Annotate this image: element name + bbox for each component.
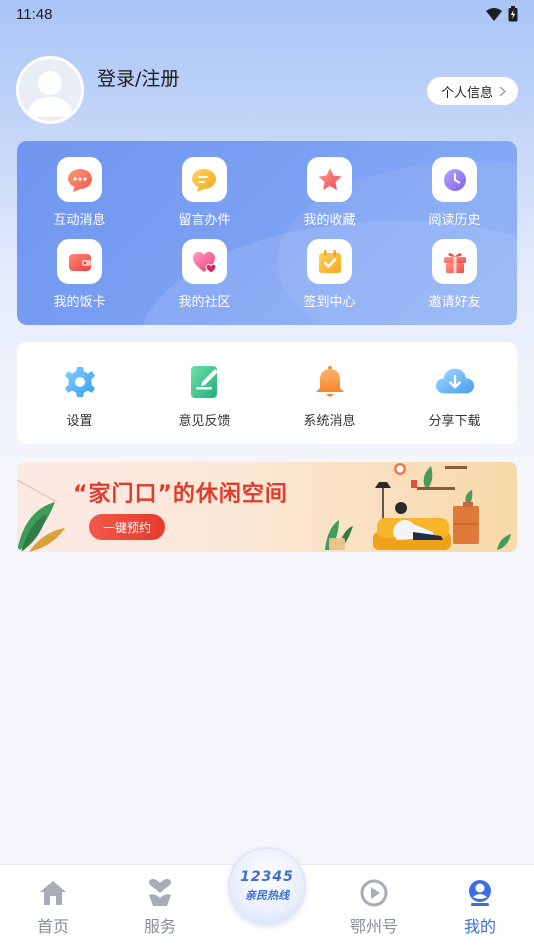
user-silhouette-icon [27,71,73,117]
quick-item-label: 我的收藏 [303,213,356,228]
quick-item-label: 阅读历史 [428,213,481,228]
heart-icon [192,251,217,274]
quick-item-check-in[interactable]: 签到中心 [267,239,392,321]
tab-label: 服务 [143,917,176,936]
settings-item-label: 系统消息 [303,414,356,429]
personal-info-label: 个人信息 [440,85,493,101]
living-room-illustration [325,463,511,550]
chevron-right-icon [499,85,506,97]
chat-bubble-icon [67,168,92,192]
tab-home[interactable]: 首页 [13,879,93,937]
quick-menu-card: 互动消息 留言办件 我的收藏 阅读历史 我的饭卡 我的社区 签到中心 邀请好友 [17,141,517,325]
cloud-download-icon [435,368,474,394]
battery-icon [508,6,518,22]
channel-icon [360,879,388,907]
quick-item-label: 邀请好友 [428,295,481,310]
gear-icon [64,367,95,397]
profile-icon [469,880,491,906]
calendar-check-icon [318,249,341,273]
quick-item-interactive-messages[interactable]: 互动消息 [17,157,142,239]
status-bar: 11:48 [0,0,534,28]
quick-item-label: 留言办件 [178,213,231,228]
quick-item-label: 互动消息 [53,213,106,228]
settings-item-label: 设置 [66,414,93,429]
message-pen-icon [191,168,216,192]
tab-label: 鄂州号 [349,917,398,936]
hotline-12345-button[interactable]: 12345 亲民热线 [228,847,306,925]
settings-item-settings[interactable]: 设置 [17,342,142,444]
settings-item-feedback[interactable]: 意见反馈 [142,342,267,444]
quick-item-invite-friends[interactable]: 邀请好友 [392,239,517,321]
profile-section: 登录/注册 个人信息 [16,56,518,126]
personal-info-button[interactable]: 个人信息 [426,77,518,105]
hotline-text: 亲民热线 [245,889,289,902]
tab-service[interactable]: 服务 [120,879,200,937]
login-register-link[interactable]: 登录/注册 [97,64,179,91]
tab-mine[interactable]: 我的 [440,879,520,937]
bottom-tab-bar: 首页 服务 12345 亲民热线 鄂州号 我的 [0,847,534,950]
quick-item-meal-card[interactable]: 我的饭卡 [17,239,142,321]
avatar[interactable] [16,56,84,124]
hotline-number: 12345 [240,869,294,885]
settings-item-system-messages[interactable]: 系统消息 [267,342,392,444]
banner-title: “家门口”的休闲空间 [73,482,288,507]
settings-menu-card: 设置 意见反馈 系统消息 分享下载 [17,342,517,444]
home-icon [40,881,66,905]
quick-item-label: 签到中心 [303,295,356,310]
service-icon [149,879,171,906]
quick-item-label: 我的社区 [178,295,231,310]
quick-item-reading-history[interactable]: 阅读历史 [392,157,517,239]
bell-icon [315,366,344,397]
quick-item-community[interactable]: 我的社区 [142,239,267,321]
quick-item-favorites[interactable]: 我的收藏 [267,157,392,239]
promo-banner[interactable]: “家门口”的休闲空间 一键预约 [17,462,517,552]
status-icons [486,6,518,22]
banner-reserve-button[interactable]: 一键预约 [89,514,166,540]
tab-label: 首页 [36,917,69,936]
quick-item-message-handling[interactable]: 留言办件 [142,157,267,239]
star-icon [318,167,341,190]
gift-icon [443,252,466,273]
wallet-icon [68,253,91,271]
clock-icon [443,168,466,191]
quick-item-label: 我的饭卡 [53,295,106,310]
settings-item-share-download[interactable]: 分享下载 [392,342,517,444]
status-time: 11:48 [16,5,53,23]
feedback-icon [190,366,218,398]
settings-item-label: 分享下载 [428,414,481,429]
tab-ezhou-channel[interactable]: 鄂州号 [334,879,414,937]
wifi-icon [486,7,502,21]
tab-label: 我的 [463,917,496,936]
settings-item-label: 意见反馈 [178,414,231,429]
leaf-decoration-icon [17,479,65,552]
